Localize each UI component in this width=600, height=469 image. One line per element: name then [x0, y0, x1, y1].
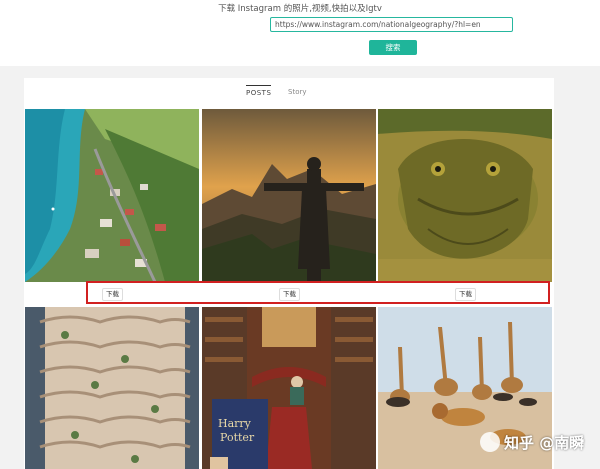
book-title-line1: Harry [218, 417, 252, 430]
post-image-coastal-town[interactable] [25, 109, 199, 282]
watermark: 知乎 @南瞬 [480, 431, 584, 453]
post-image-crocodile[interactable] [378, 109, 552, 282]
top-bar: 下载 Instagram 的照片,视频,快拍以及Igtv 搜索 [0, 0, 600, 66]
search-button[interactable]: 搜索 [369, 40, 417, 55]
book-title-line2: Potter [220, 431, 255, 444]
download-row-highlight [86, 281, 550, 304]
tab-posts[interactable]: POSTS [246, 85, 272, 100]
post-image-bookstore[interactable]: Harry Potter [202, 307, 376, 469]
post-image-building[interactable] [25, 307, 199, 469]
post-image-christ-statue[interactable] [202, 109, 376, 282]
url-input[interactable] [270, 17, 513, 32]
watermark-text: 知乎 @南瞬 [504, 433, 585, 452]
tab-story[interactable]: Story [288, 85, 307, 99]
wechat-logo-icon [480, 432, 500, 452]
page-title: 下载 Instagram 的照片,视频,快拍以及Igtv [218, 4, 382, 14]
